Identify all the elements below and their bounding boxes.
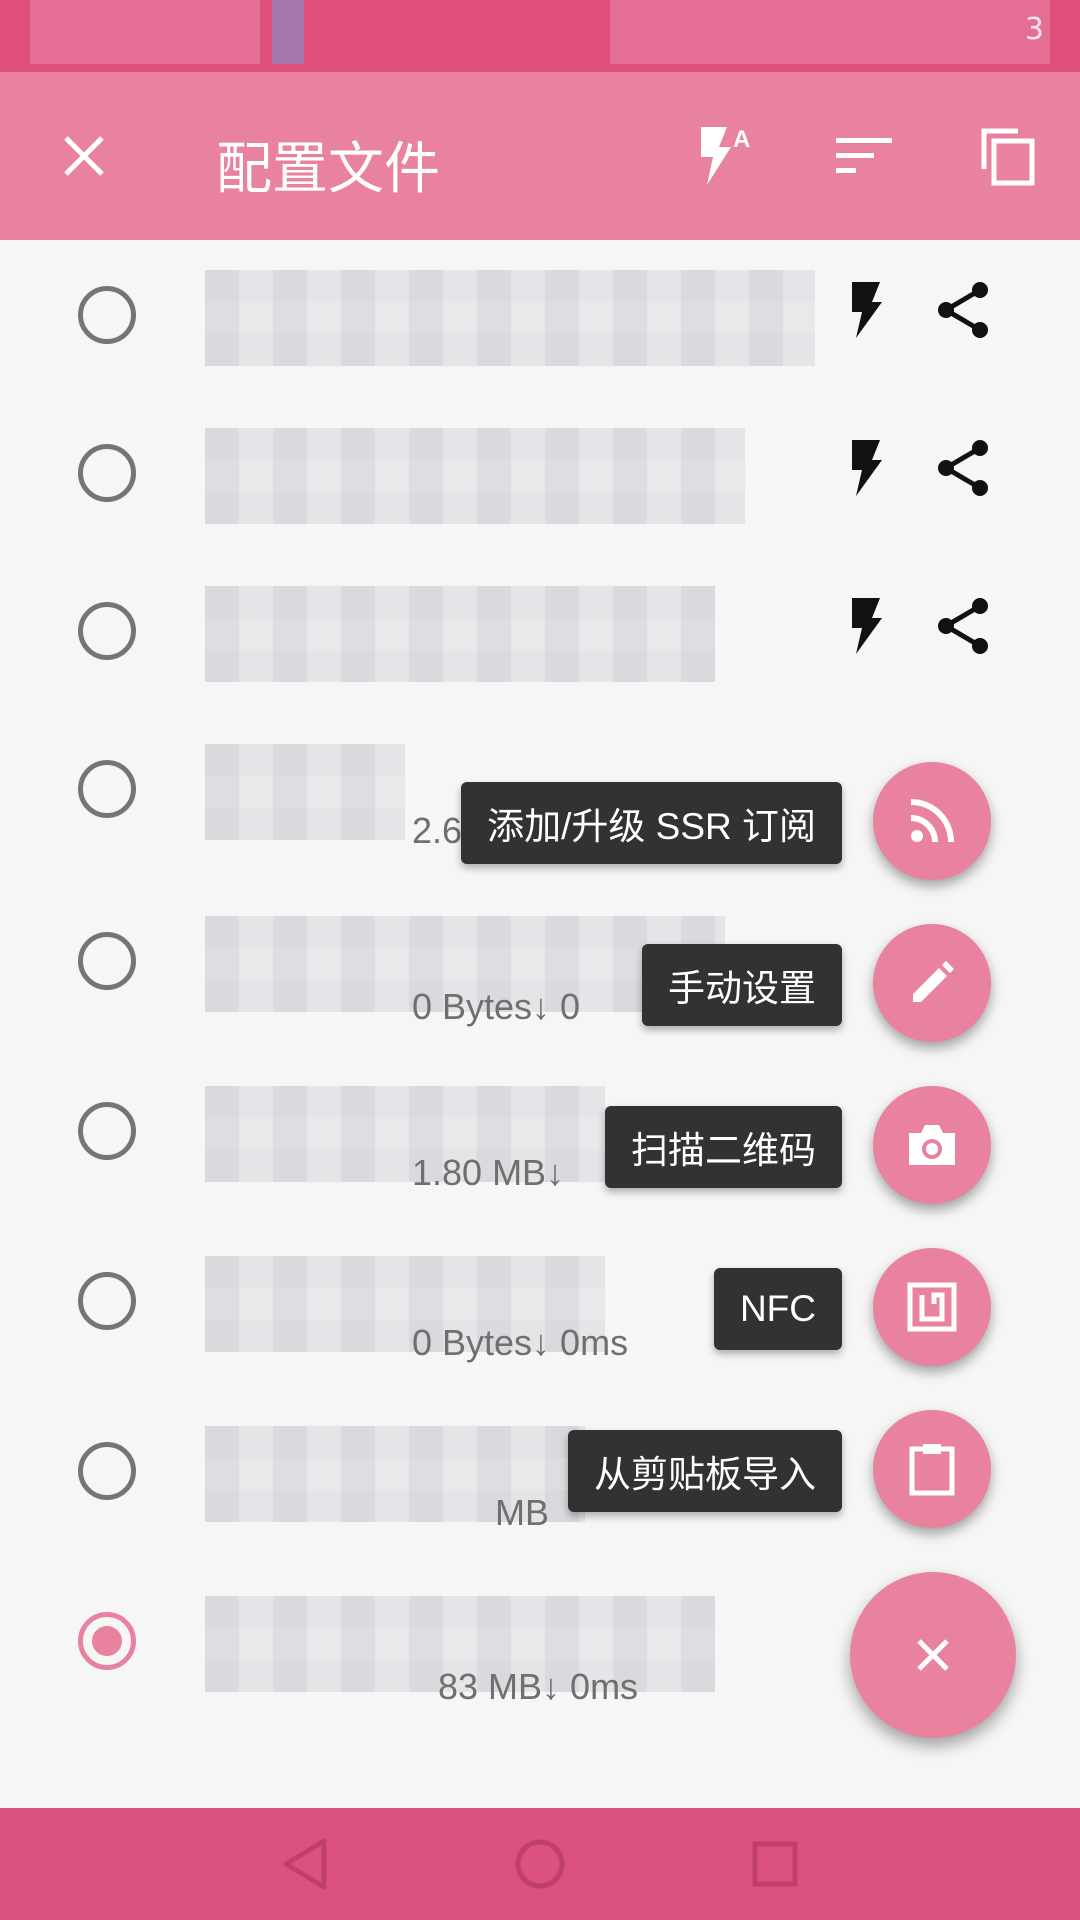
fab-label[interactable]: NFC <box>713 1268 842 1350</box>
fab-item-manual: 手动设置 <box>0 920 1080 1050</box>
back-icon[interactable] <box>270 1829 340 1899</box>
rss-icon[interactable] <box>873 762 991 880</box>
radio-button-selected[interactable] <box>78 1612 136 1670</box>
status-indicator: 3 <box>1024 12 1044 47</box>
status-bar-redacted <box>30 0 260 64</box>
recents-icon[interactable] <box>740 1829 810 1899</box>
share-icon[interactable] <box>936 280 992 344</box>
list-item[interactable] <box>0 240 1080 390</box>
share-icon[interactable] <box>936 596 992 660</box>
traffic-stats: 83 MB↓ 0ms <box>438 1666 639 1707</box>
sort-icon[interactable] <box>822 114 906 198</box>
bolt-icon[interactable] <box>846 280 886 344</box>
redacted-content <box>205 270 815 366</box>
fab-label[interactable]: 添加/升级 SSR 订阅 <box>461 782 842 864</box>
copy-icon[interactable] <box>966 114 1050 198</box>
bolt-icon[interactable] <box>846 596 886 660</box>
fab-label[interactable]: 扫描二维码 <box>605 1106 842 1188</box>
status-bar-redacted <box>610 0 1050 64</box>
fab-close-button[interactable] <box>850 1572 1016 1738</box>
close-icon <box>917 1639 949 1671</box>
fab-item-scan: 扫描二维码 <box>0 1082 1080 1212</box>
fab-label[interactable]: 手动设置 <box>642 944 842 1026</box>
fab-item-subscription: 添加/升级 SSR 订阅 <box>0 758 1080 888</box>
pencil-icon[interactable] <box>873 924 991 1042</box>
redacted-content <box>205 428 745 524</box>
radio-button[interactable] <box>78 286 136 344</box>
bolt-icon[interactable] <box>846 438 886 502</box>
fab-item-clipboard: 从剪贴板导入 <box>0 1406 1080 1536</box>
navigation-bar <box>0 1808 1080 1920</box>
fab-label[interactable]: 从剪贴板导入 <box>568 1430 842 1512</box>
status-bar-redacted-icon <box>272 0 304 64</box>
share-icon[interactable] <box>936 438 992 502</box>
list-item[interactable] <box>0 556 1080 706</box>
radio-button[interactable] <box>78 444 136 502</box>
nfc-icon[interactable] <box>873 1248 991 1366</box>
bolt-a-icon[interactable]: A <box>680 114 764 198</box>
status-bar: 3 <box>0 0 1080 72</box>
page-title: 配置文件 <box>216 137 440 202</box>
close-icon[interactable] <box>42 114 126 198</box>
clipboard-icon[interactable] <box>873 1410 991 1528</box>
radio-button[interactable] <box>78 602 136 660</box>
fab-item-nfc: NFC <box>0 1244 1080 1374</box>
list-item[interactable] <box>0 398 1080 548</box>
svg-text:A: A <box>733 126 750 153</box>
camera-icon[interactable] <box>873 1086 991 1204</box>
redacted-content <box>205 586 715 682</box>
toolbar: 配置文件 A <box>0 72 1080 240</box>
home-icon[interactable] <box>505 1829 575 1899</box>
